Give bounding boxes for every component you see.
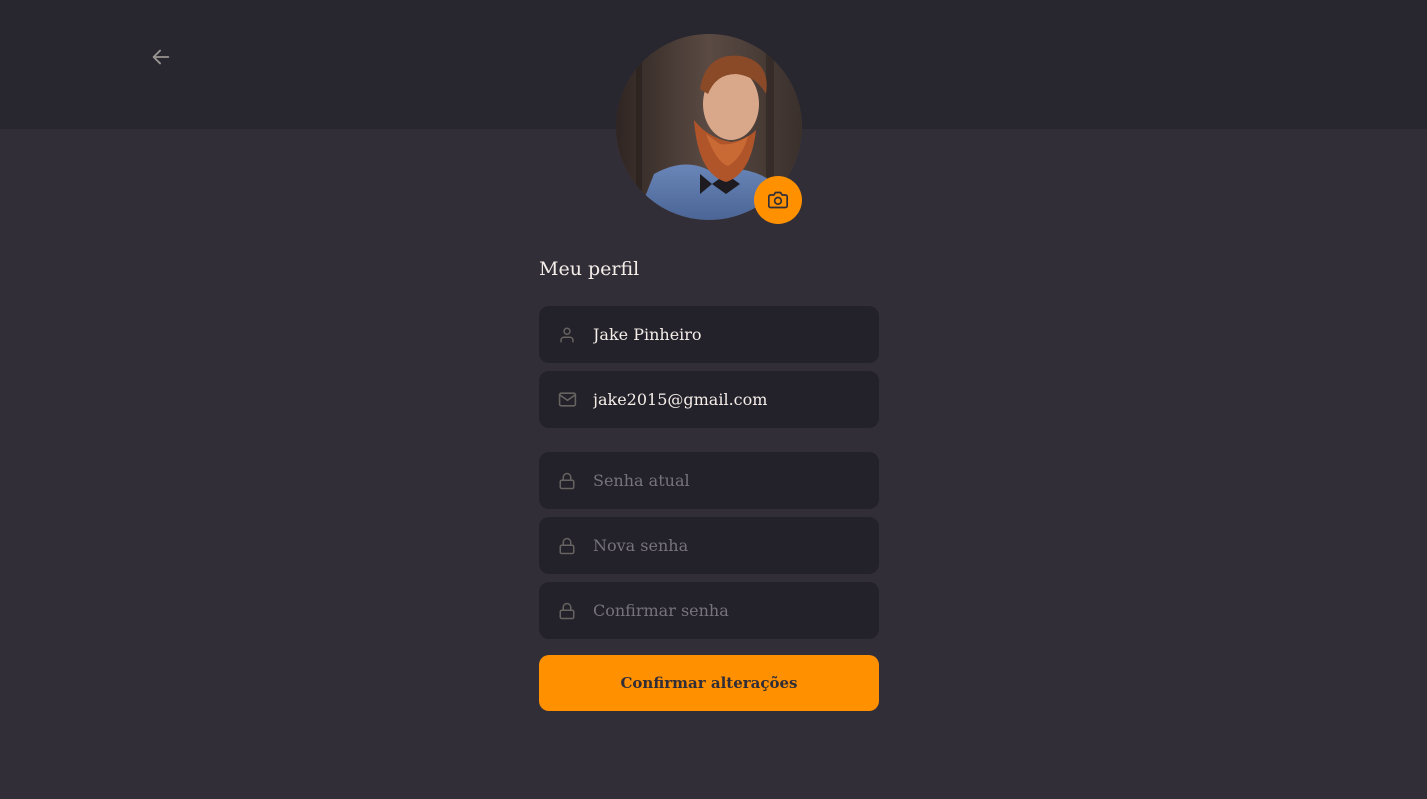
- confirm-password-input[interactable]: [593, 601, 879, 620]
- page-title: Meu perfil: [539, 258, 640, 280]
- camera-icon: [768, 191, 788, 209]
- confirm-password-field[interactable]: [539, 582, 879, 639]
- lock-icon: [557, 536, 577, 556]
- old-password-input[interactable]: [593, 471, 879, 490]
- new-password-input[interactable]: [593, 536, 879, 555]
- confirm-changes-button[interactable]: Confirmar alterações: [539, 655, 879, 711]
- lock-icon: [557, 471, 577, 491]
- lock-icon: [557, 601, 577, 621]
- name-field[interactable]: [539, 306, 879, 363]
- mail-icon: [557, 390, 577, 410]
- profile-page: Meu perfil Jake Pinheiro jake2015@gmail.…: [0, 0, 1427, 799]
- old-password-field[interactable]: [539, 452, 879, 509]
- change-avatar-button[interactable]: [754, 176, 802, 224]
- back-button[interactable]: [147, 43, 175, 71]
- avatar-container: [616, 34, 802, 224]
- name-input[interactable]: [593, 325, 879, 344]
- email-field[interactable]: [539, 371, 879, 428]
- profile-form: Meu perfil Jake Pinheiro jake2015@gmail.…: [539, 252, 879, 711]
- email-input[interactable]: [593, 390, 879, 409]
- new-password-field[interactable]: [539, 517, 879, 574]
- arrow-left-icon: [152, 49, 170, 65]
- user-icon: [557, 325, 577, 345]
